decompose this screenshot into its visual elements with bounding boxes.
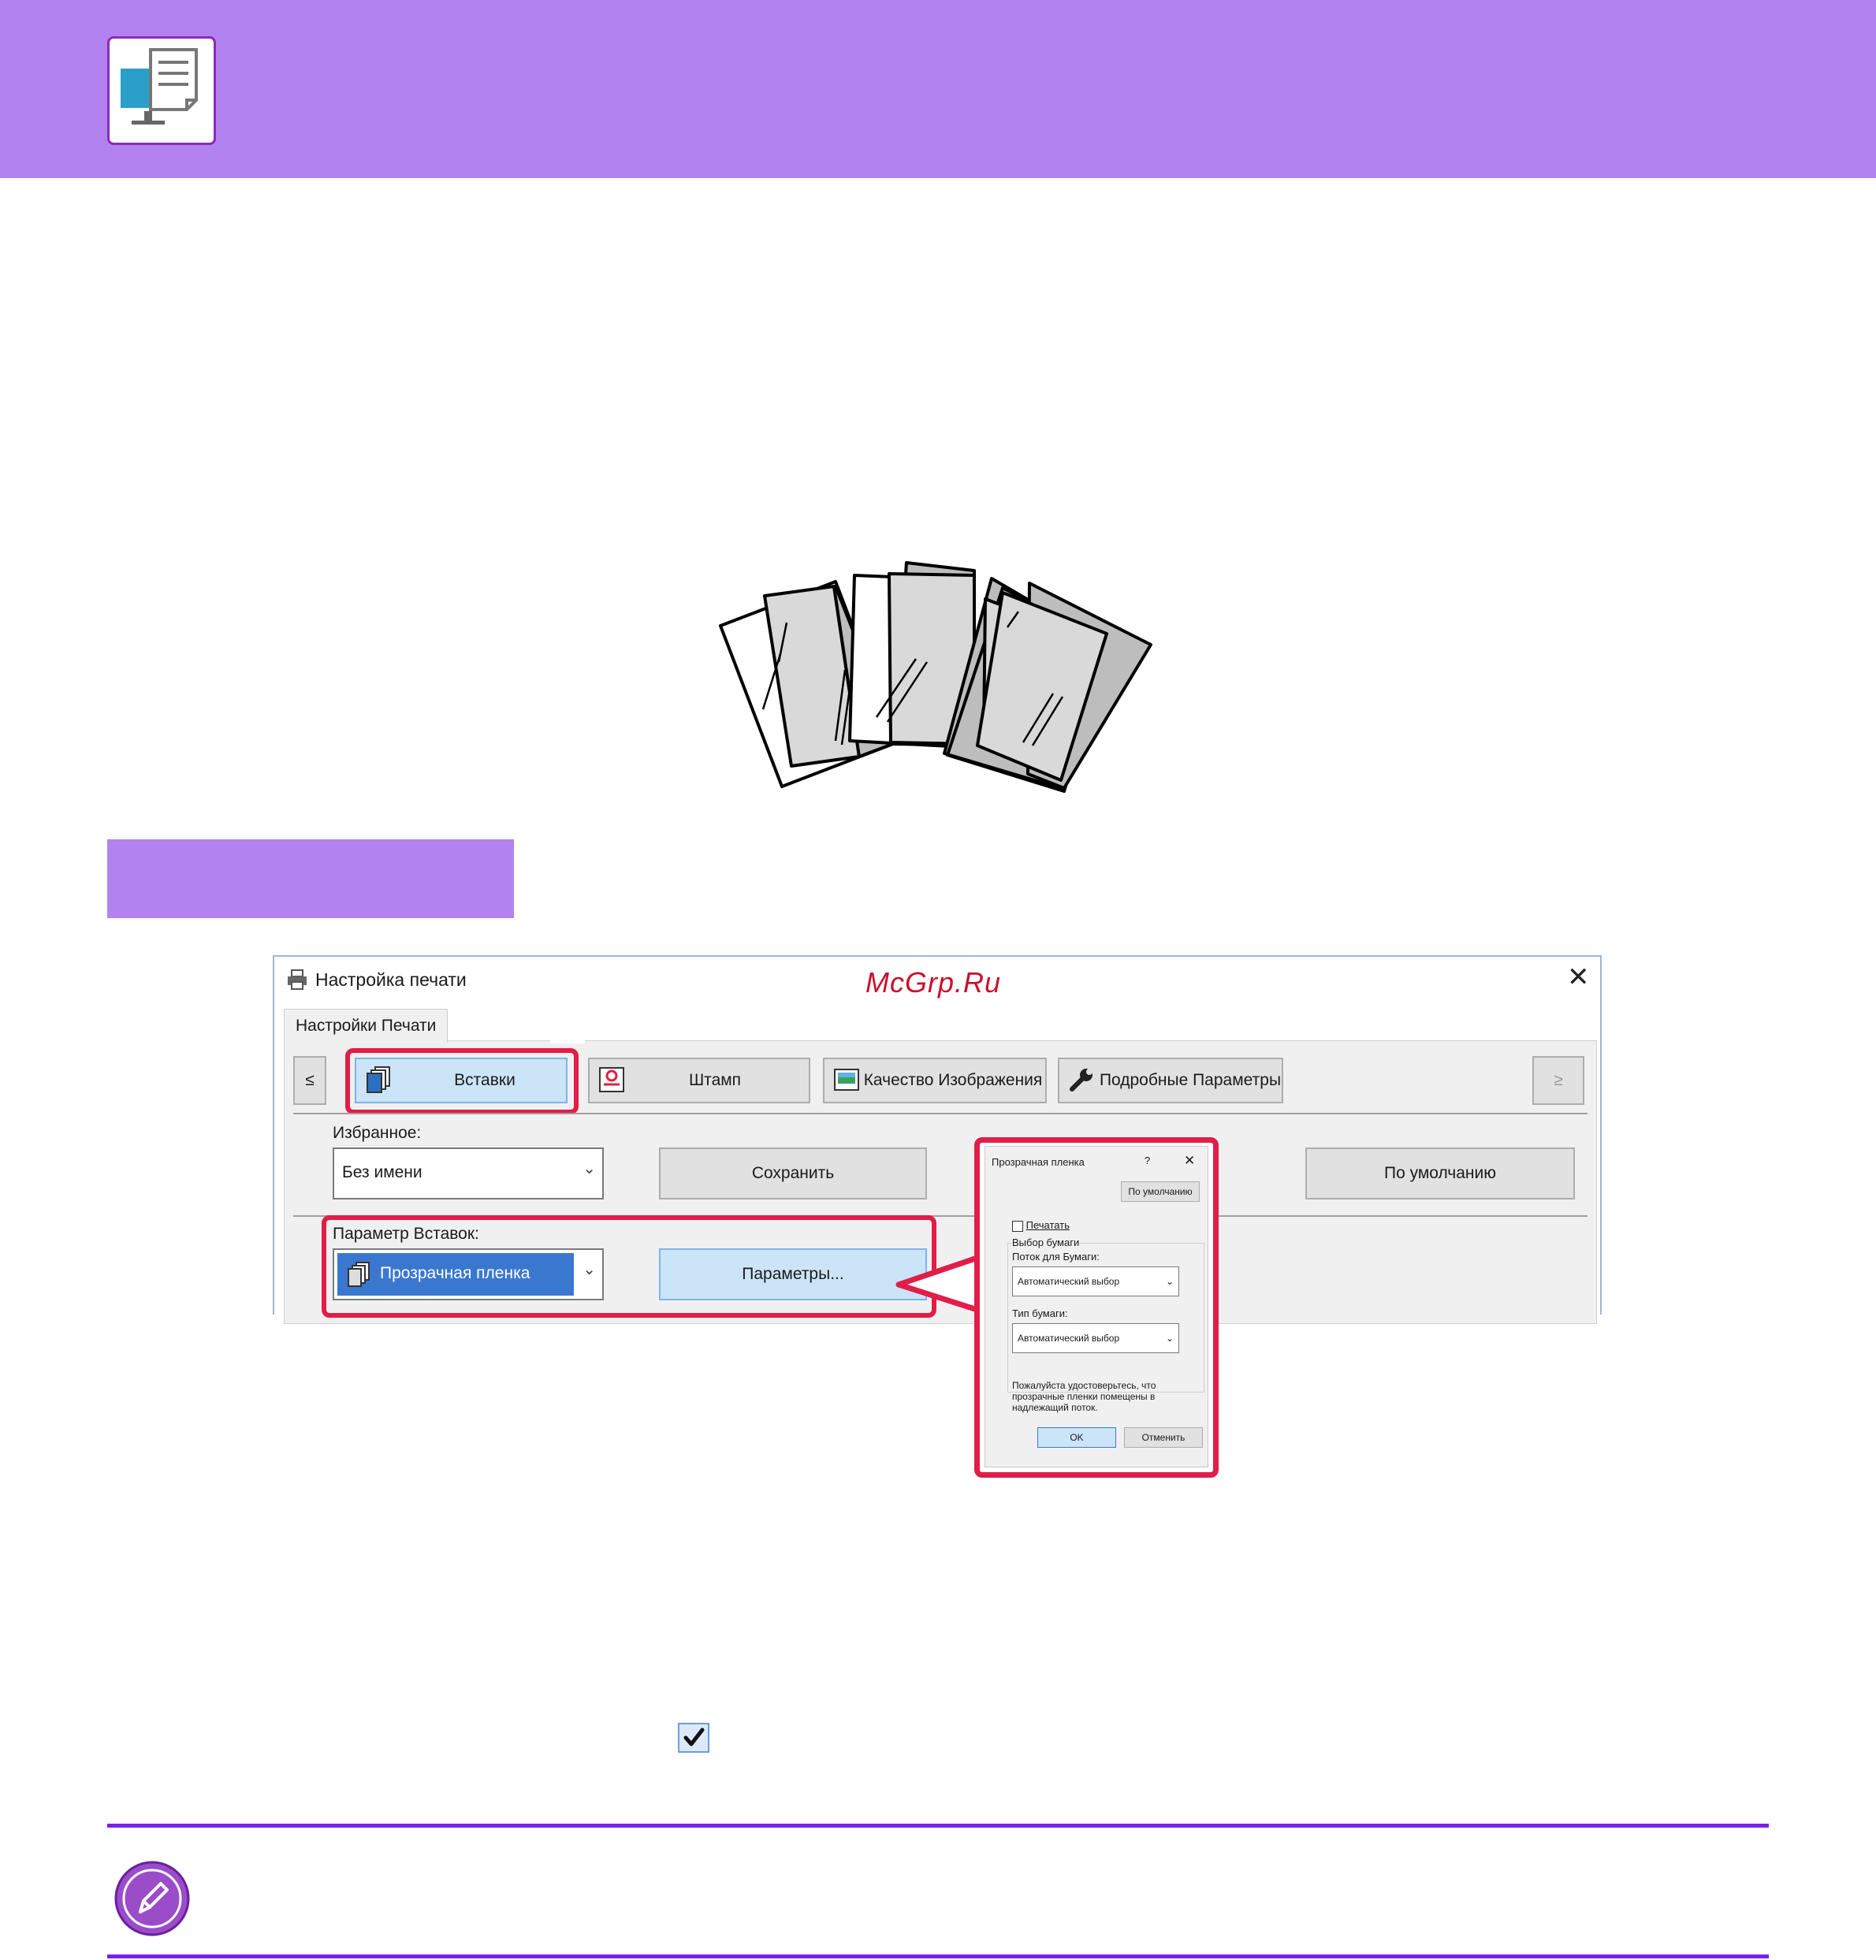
type-select[interactable]: Автоматический выбор ⌄: [1012, 1323, 1179, 1353]
tab-notch: [550, 1017, 585, 1043]
print-checkbox[interactable]: Печатать: [1012, 1219, 1070, 1232]
close-icon[interactable]: ✕: [1184, 1153, 1195, 1169]
popup-note-line-3: надлежащий поток.: [1012, 1402, 1098, 1413]
dialog-title: Настройка печати: [315, 969, 467, 990]
transparency-sheets-illustration: [719, 561, 1152, 793]
transparency-popup: Прозрачная пленка ? ✕ По умолчанию Печат…: [974, 1137, 1219, 1478]
header-band: [0, 0, 1876, 178]
tab-image-quality[interactable]: Качество Изображения: [823, 1058, 1047, 1103]
type-label: Тип бумаги:: [1012, 1307, 1068, 1319]
callout-pointer: [895, 1255, 985, 1313]
chevron-down-icon: ⌄: [1165, 1276, 1174, 1287]
tab-stamp[interactable]: Штамп: [588, 1058, 810, 1103]
popup-note-line-2: прозрачные пленки помещены в: [1012, 1391, 1156, 1402]
tray-label: Поток для Бумаги:: [1012, 1251, 1100, 1263]
stamp-icon: [597, 1066, 626, 1094]
help-icon[interactable]: ?: [1145, 1155, 1150, 1166]
tab-advanced[interactable]: Подробные Параметры: [1058, 1058, 1283, 1103]
nav-next-button[interactable]: ≥: [1532, 1056, 1584, 1105]
defaults-button[interactable]: По умолчанию: [1305, 1147, 1575, 1199]
cancel-button[interactable]: Отменить: [1124, 1427, 1203, 1448]
paper-group-label: Выбор бумаги: [1012, 1237, 1080, 1248]
nav-prev-button[interactable]: ≤: [293, 1056, 326, 1105]
popup-note-line-1: Пожалуйста удостоверьтесь, что: [1012, 1380, 1156, 1391]
printer-driver-icon: [107, 36, 216, 145]
watermark: McGrp.Ru: [865, 966, 1002, 999]
ok-button[interactable]: OK: [1037, 1427, 1116, 1448]
favorites-label: Избранное:: [333, 1124, 422, 1142]
wrench-icon: [1067, 1066, 1096, 1094]
close-icon[interactable]: ✕: [1567, 961, 1590, 993]
popup-title: Прозрачная пленка: [992, 1156, 1085, 1168]
save-button[interactable]: Сохранить: [659, 1147, 927, 1199]
printer-icon: [285, 968, 309, 995]
pencil-note-icon: [114, 1860, 191, 1937]
note-rule-bottom: [107, 1954, 1769, 1958]
chevron-down-icon: ⌄: [583, 1160, 596, 1177]
popup-body: Прозрачная пленка ? ✕ По умолчанию Печат…: [985, 1146, 1208, 1467]
note-rule-top: [107, 1824, 1769, 1828]
inserts-highlight: [345, 1048, 579, 1114]
popup-defaults-button[interactable]: По умолчанию: [1121, 1181, 1200, 1202]
tab-print-settings[interactable]: Настройки Печати: [284, 1009, 449, 1043]
toolbar-divider: [293, 1113, 1588, 1114]
section-heading-bar: [107, 839, 514, 918]
insert-params-highlight: [322, 1215, 936, 1318]
image-quality-icon: [832, 1066, 861, 1094]
checkmark-icon: [678, 1723, 709, 1753]
tray-select[interactable]: Автоматический выбор ⌄: [1012, 1266, 1179, 1296]
tab-stamp-label: Штамп: [688, 1071, 742, 1089]
favorites-select[interactable]: Без имени ⌄: [333, 1147, 604, 1199]
chevron-down-icon: ⌄: [1165, 1333, 1174, 1344]
